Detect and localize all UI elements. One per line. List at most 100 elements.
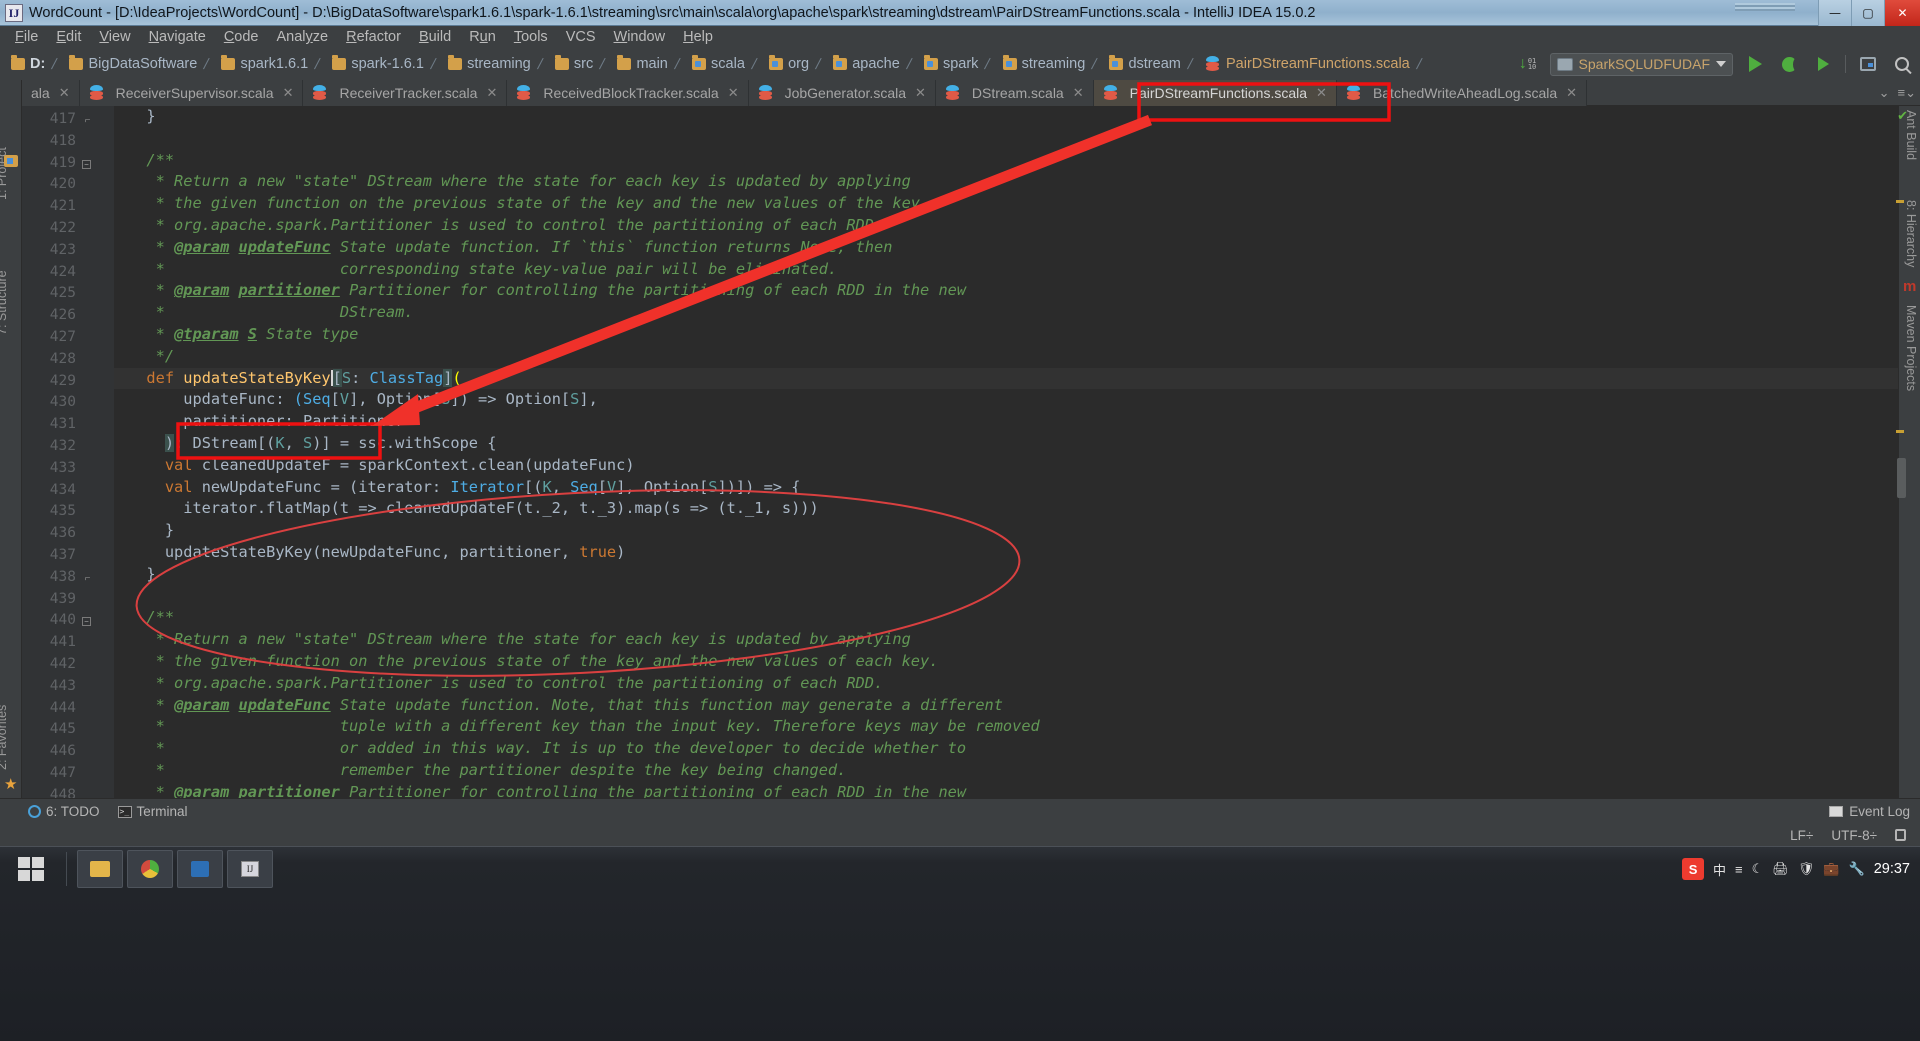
minimize-button[interactable]: — bbox=[1818, 0, 1851, 26]
close-icon[interactable]: ✕ bbox=[1073, 85, 1084, 101]
breadcrumb-item-spark[interactable]: spark / bbox=[919, 53, 998, 75]
ime-language-indicator[interactable]: 中 bbox=[1713, 860, 1726, 879]
tab-receivedblocktracker[interactable]: ReceivedBlockTracker.scala ✕ bbox=[507, 80, 749, 106]
tool-window-terminal[interactable]: >_ Terminal bbox=[117, 804, 188, 819]
code-line[interactable]: * tuple with a different key than the in… bbox=[114, 716, 1898, 738]
tab-jobgenerator[interactable]: JobGenerator.scala ✕ bbox=[748, 80, 936, 106]
code-line[interactable]: /** bbox=[114, 150, 1898, 172]
code-line[interactable]: updateFunc: (Seq[V], Option[S]) => Optio… bbox=[114, 389, 1898, 411]
breadcrumb-item-streaming[interactable]: streaming / bbox=[998, 53, 1105, 75]
code-line[interactable]: updateStateByKey(newUpdateFunc, partitio… bbox=[114, 542, 1898, 564]
debug-button[interactable] bbox=[1777, 52, 1801, 76]
tool-window-event-log[interactable]: Event Log bbox=[1829, 804, 1910, 819]
breadcrumb-item-org[interactable]: org / bbox=[764, 53, 828, 75]
menu-item-tools[interactable]: Tools bbox=[505, 28, 557, 46]
code-line[interactable]: * corresponding state key-value pair wil… bbox=[114, 259, 1898, 281]
editor-code-area[interactable]: } /** * Return a new "state" DStream whe… bbox=[114, 106, 1898, 798]
code-line[interactable]: * the given function on the previous sta… bbox=[114, 651, 1898, 673]
inspection-status-icon[interactable]: ✔ bbox=[1897, 108, 1908, 124]
close-icon[interactable]: ✕ bbox=[1316, 85, 1327, 101]
code-line[interactable]: * DStream. bbox=[114, 302, 1898, 324]
bag-icon[interactable]: 💼 bbox=[1823, 861, 1839, 877]
build-layout-button[interactable] bbox=[1856, 52, 1880, 76]
editor-gutter[interactable]: 417 ⌐ 418 419−420 421 422 423 424 425 426 427 428 42… bbox=[22, 106, 114, 798]
fold-collapse-icon[interactable]: − bbox=[82, 159, 91, 169]
close-icon[interactable]: ✕ bbox=[486, 85, 497, 101]
breadcrumb-item-streaming[interactable]: streaming / bbox=[443, 53, 550, 75]
close-icon[interactable]: ✕ bbox=[728, 85, 739, 101]
code-line[interactable]: */ bbox=[114, 346, 1898, 368]
code-editor[interactable]: 417 ⌐ 418 419−420 421 422 423 424 425 426 427 428 42… bbox=[22, 106, 1898, 798]
menu-item-vcs[interactable]: VCS bbox=[557, 28, 605, 46]
breadcrumb-item-spark1-6-1[interactable]: spark1.6.1/ bbox=[216, 53, 327, 75]
menu-item-window[interactable]: Window bbox=[605, 28, 675, 46]
code-line[interactable]: partitioner: Partitioner bbox=[114, 411, 1898, 433]
breadcrumb-item-scala[interactable]: scala / bbox=[687, 53, 764, 75]
run-configuration-selector[interactable]: SparkSQLUDFUDAF bbox=[1549, 52, 1733, 76]
code-line[interactable]: } bbox=[114, 520, 1898, 542]
update-project-icon[interactable]: ↓ 01 10 bbox=[1516, 52, 1540, 76]
code-line[interactable]: * @param partitioner Partitioner for con… bbox=[114, 280, 1898, 302]
tab-receivertracker[interactable]: ReceiverTracker.scala ✕ bbox=[303, 80, 508, 106]
breadcrumb-item-dstream[interactable]: dstream / bbox=[1104, 53, 1200, 75]
tab-pairdstreamfunctions[interactable]: PairDStreamFunctions.scala ✕ bbox=[1093, 80, 1337, 106]
close-icon[interactable]: ✕ bbox=[1566, 85, 1577, 101]
close-button[interactable]: ✕ bbox=[1884, 0, 1920, 26]
lock-icon[interactable] bbox=[1895, 829, 1906, 841]
wrench-icon[interactable]: 🔧 bbox=[1849, 861, 1865, 877]
start-button[interactable] bbox=[2, 849, 60, 889]
tab-batchedwriteaheadlog[interactable]: BatchedWriteAheadLog.scala ✕ bbox=[1336, 80, 1588, 106]
menu-item-code[interactable]: Code bbox=[215, 28, 268, 46]
code-line[interactable]: * @tparam S State type bbox=[114, 324, 1898, 346]
ime-mode-icon[interactable]: ≡ bbox=[1735, 862, 1743, 877]
more-icon[interactable]: ≡⌄ bbox=[1898, 85, 1916, 101]
taskbar-button-media[interactable] bbox=[177, 850, 223, 888]
menu-item-view[interactable]: View bbox=[90, 28, 139, 46]
encoding-indicator[interactable]: UTF-8÷ bbox=[1831, 828, 1877, 843]
chevron-down-icon[interactable]: ⌄ bbox=[1879, 85, 1890, 101]
code-line[interactable]: val cleanedUpdateF = sparkContext.clean(… bbox=[114, 455, 1898, 477]
menu-item-run[interactable]: Run bbox=[460, 28, 505, 46]
maximize-button[interactable]: ▢ bbox=[1851, 0, 1884, 26]
breadcrumb-item-d-[interactable]: D: / bbox=[6, 53, 64, 75]
code-line[interactable]: * @param updateFunc State update functio… bbox=[114, 237, 1898, 259]
code-line[interactable]: def updateStateByKey [S: ClassTag]( bbox=[114, 367, 1898, 390]
breadcrumb-item-bigdatasoftware[interactable]: BigDataSoftware / bbox=[64, 53, 216, 75]
breadcrumb-item-spark-1-6-1[interactable]: spark-1.6.1/ bbox=[327, 53, 443, 75]
tab-partial-left[interactable]: ala ✕ bbox=[22, 80, 80, 106]
code-line[interactable]: * remember the partitioner despite the k… bbox=[114, 760, 1898, 782]
taskbar-button-browser[interactable] bbox=[127, 850, 173, 888]
code-line[interactable]: } bbox=[114, 106, 1898, 128]
menu-item-file[interactable]: File bbox=[6, 28, 47, 46]
moon-icon[interactable]: ☾ bbox=[1752, 861, 1764, 877]
breadcrumb-item-apache[interactable]: apache / bbox=[828, 53, 919, 75]
tab-overflow-controls[interactable]: ⌄ ≡⌄ bbox=[1879, 80, 1916, 106]
menu-item-edit[interactable]: Edit bbox=[47, 28, 90, 46]
code-line[interactable]: * Return a new "state" DStream where the… bbox=[114, 171, 1898, 193]
breadcrumb-item-pairdstreamfunctions-scala[interactable]: PairDStreamFunctions.scala / bbox=[1200, 53, 1429, 75]
close-icon[interactable]: ✕ bbox=[283, 85, 294, 101]
menu-item-analyze[interactable]: Analyze bbox=[268, 28, 338, 46]
code-line[interactable]: * or added in this way. It is up to the … bbox=[114, 738, 1898, 760]
tab-dstream[interactable]: DStream.scala ✕ bbox=[935, 80, 1094, 106]
taskbar-button-idea[interactable]: IJ bbox=[227, 850, 273, 888]
editor-vertical-scrollbar[interactable] bbox=[1897, 106, 1906, 798]
run-button[interactable] bbox=[1743, 52, 1767, 76]
fold-end-icon[interactable]: ⌐ bbox=[82, 116, 93, 127]
code-line[interactable]: * @param partitioner Partitioner for con… bbox=[114, 782, 1898, 798]
code-line[interactable] bbox=[114, 128, 1898, 150]
code-line[interactable]: /** bbox=[114, 607, 1898, 629]
code-line[interactable]: * org.apache.spark.Partitioner is used t… bbox=[114, 673, 1898, 695]
error-stripe-mark[interactable] bbox=[1896, 200, 1904, 203]
code-line[interactable]: * the given function on the previous sta… bbox=[114, 193, 1898, 215]
close-icon[interactable]: ✕ bbox=[915, 85, 926, 101]
code-line[interactable]: val newUpdateFunc = (iterator: Iterator[… bbox=[114, 477, 1898, 499]
breadcrumb-item-src[interactable]: src / bbox=[550, 53, 613, 75]
coverage-button[interactable] bbox=[1811, 52, 1835, 76]
menu-item-refactor[interactable]: Refactor bbox=[337, 28, 410, 46]
line-separator-indicator[interactable]: LF÷ bbox=[1790, 828, 1813, 843]
menu-item-help[interactable]: Help bbox=[674, 28, 722, 46]
taskbar-clock[interactable]: 29:37 bbox=[1874, 861, 1910, 877]
code-line[interactable]: ): DStream[(K, S)] = ssc.withScope { bbox=[114, 433, 1898, 455]
sogou-icon[interactable]: S bbox=[1682, 858, 1705, 880]
